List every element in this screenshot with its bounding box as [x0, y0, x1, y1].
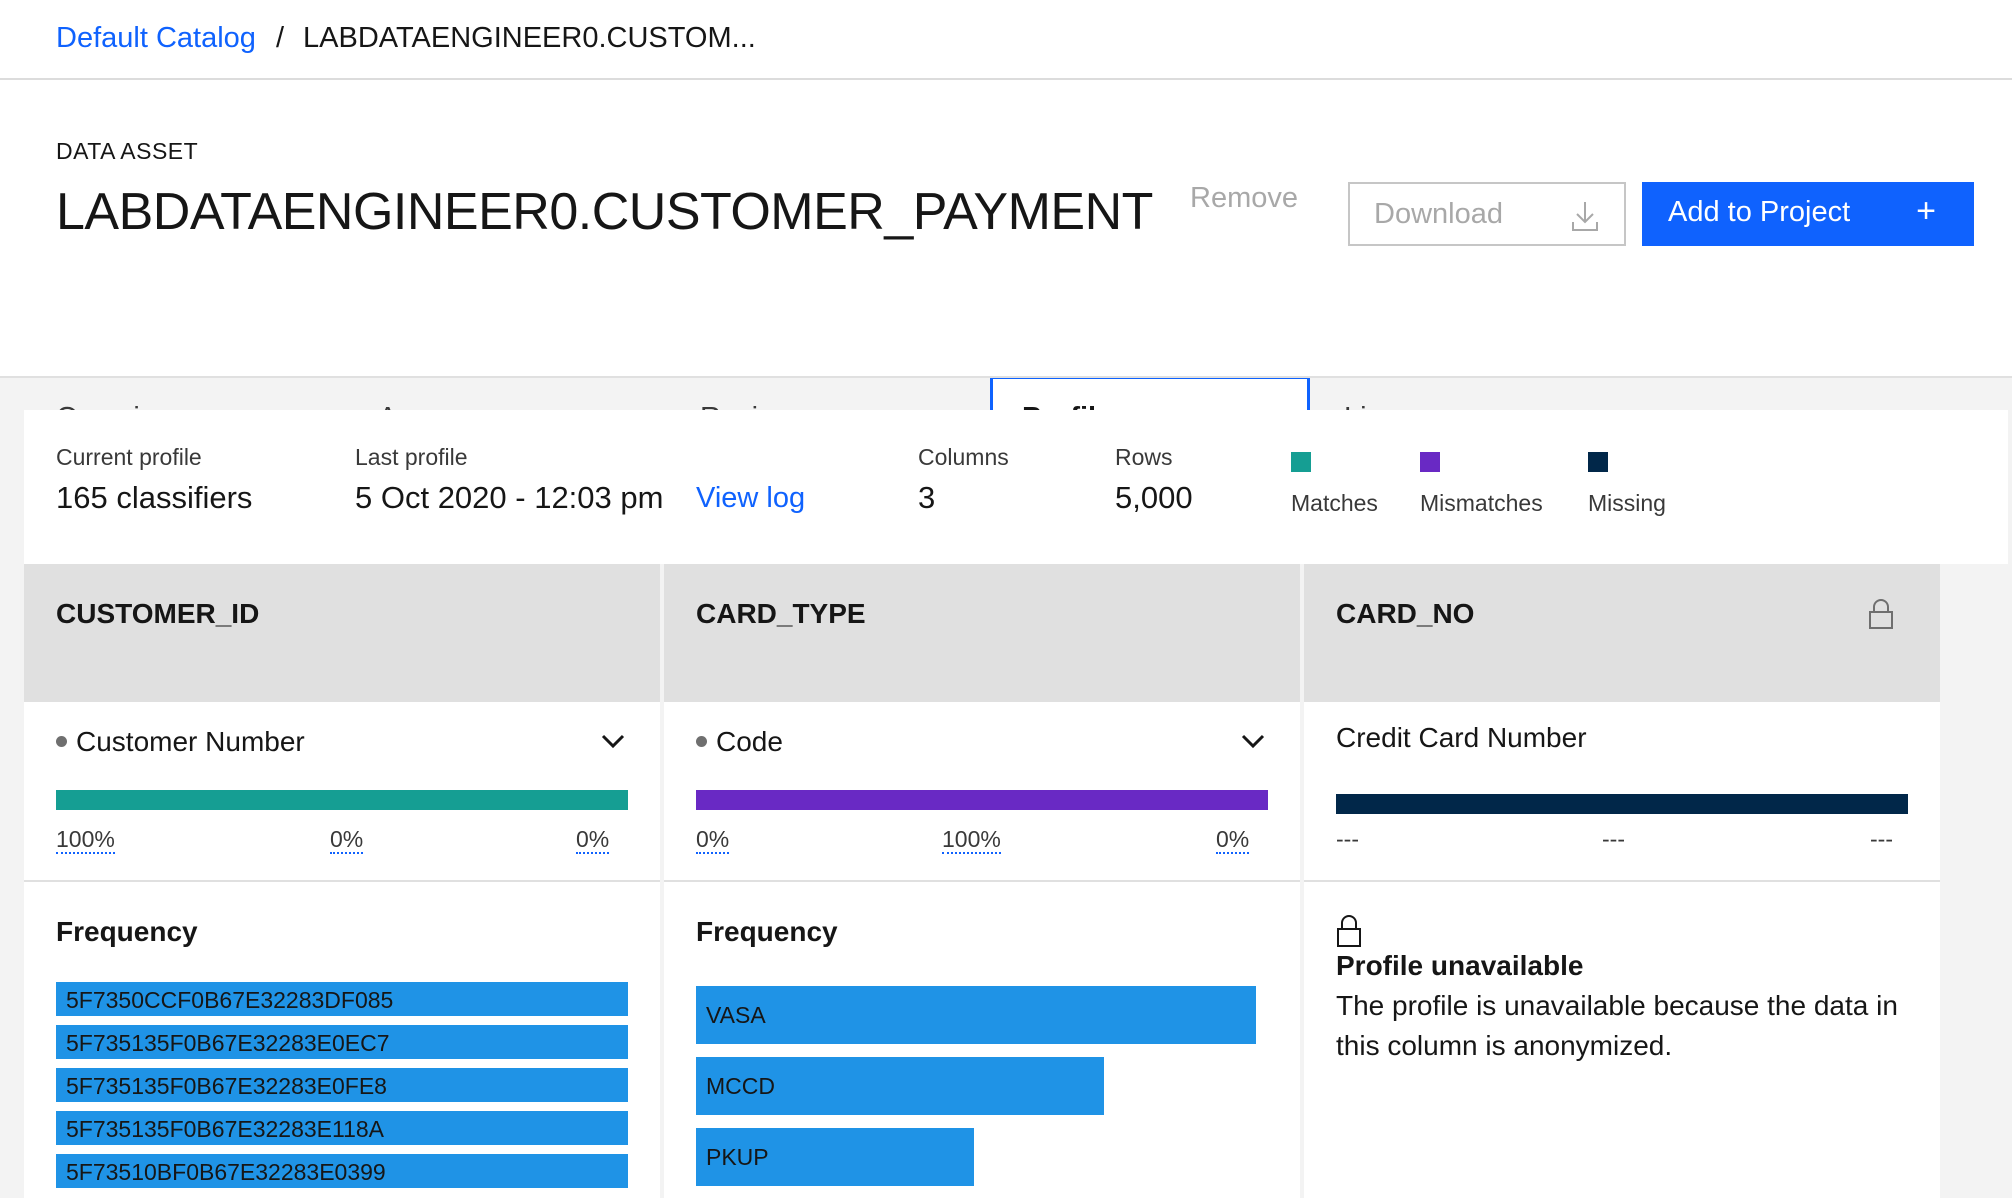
- lock-icon: [1337, 915, 1361, 947]
- frequency-panel: Frequency VASA MCCD PKUP: [664, 882, 1300, 1198]
- profile-unavailable-title: Profile unavailable: [1336, 950, 1584, 981]
- frequency-bar-label: 5F735135F0B67E32283E118A: [66, 1116, 385, 1142]
- plus-icon: +: [1916, 192, 1936, 230]
- classification-panel: Code 0% 100% 0%: [664, 702, 1300, 882]
- rows-label: Rows: [1115, 444, 1173, 470]
- frequency-bar: 5F735135F0B67E32283E0EC7: [56, 1025, 628, 1059]
- frequency-bar: MCCD: [696, 1057, 1104, 1115]
- missing-percent[interactable]: 0%: [576, 826, 610, 854]
- breadcrumb-current: LABDATAENGINEER0.CUSTOM...: [303, 22, 756, 54]
- bullet-icon: [56, 736, 67, 747]
- download-icon: [1572, 202, 1598, 231]
- frequency-bar-label: 5F735135F0B67E32283E0FE8: [66, 1073, 387, 1099]
- classification-panel: Customer Number 100% 0% 0%: [24, 702, 660, 882]
- breadcrumb: Default Catalog / LABDATAENGINEER0.CUSTO…: [0, 0, 2012, 80]
- matches-percent[interactable]: 100%: [56, 826, 115, 854]
- column-card-card-type: CARD_TYPE Code 0% 100% 0% Frequency VASA…: [664, 564, 1300, 1198]
- column-card-card-no: CARD_NO Credit Card Number --- --- --- P…: [1304, 564, 1940, 1198]
- columns-label: Columns: [918, 444, 1009, 470]
- last-profile-label: Last profile: [355, 444, 468, 470]
- column-card-customer-id: CUSTOMER_ID Customer Number 100% 0% 0% F…: [24, 564, 660, 1198]
- profile-summary: Current profile 165 classifiers Last pro…: [24, 410, 2008, 564]
- quality-bar: [696, 790, 1268, 810]
- frequency-bar-label: PKUP: [706, 1144, 769, 1170]
- lock-icon: [1869, 599, 1893, 629]
- bullet-icon: [696, 736, 707, 747]
- column-divider: [660, 564, 664, 1198]
- frequency-bar-label: MCCD: [706, 1073, 775, 1099]
- column-header: CUSTOMER_ID: [24, 564, 660, 702]
- view-log-link[interactable]: View log: [696, 482, 805, 515]
- mismatches-percent[interactable]: 0%: [330, 826, 364, 854]
- download-button-label: Download: [1374, 198, 1503, 230]
- column-header: CARD_NO: [1304, 564, 1940, 702]
- column-name: CUSTOMER_ID: [56, 598, 260, 629]
- profile-unavailable-panel: Profile unavailable The profile is unava…: [1304, 882, 1940, 1198]
- frequency-panel: Frequency 5F7350CCF0B67E32283DF085 5F7351…: [24, 882, 660, 1198]
- missing-percent[interactable]: 0%: [1216, 826, 1250, 854]
- frequency-bar-label: 5F73510BF0B67E32283E0399: [66, 1159, 386, 1185]
- frequency-bar-label: 5F7350CCF0B67E32283DF085: [66, 987, 394, 1013]
- rows-value: 5,000: [1115, 480, 1193, 515]
- quality-bar: [1336, 794, 1908, 814]
- frequency-bar: PKUP: [696, 1128, 974, 1186]
- chevron-down-icon[interactable]: [600, 732, 626, 750]
- quality-bar: [56, 790, 628, 810]
- missing-percent: ---: [1870, 826, 1893, 852]
- header-divider: [0, 376, 2012, 378]
- classification-panel: Credit Card Number --- --- ---: [1304, 702, 1940, 882]
- classifier-label: Customer Number: [76, 726, 305, 757]
- download-button[interactable]: Download: [1348, 182, 1626, 246]
- classifier-label: Credit Card Number: [1336, 722, 1587, 753]
- add-to-project-label: Add to Project: [1668, 196, 1851, 228]
- classifier-label: Code: [716, 726, 783, 757]
- chevron-down-icon[interactable]: [1240, 732, 1266, 750]
- asset-header: DATA ASSET LABDATAENGINEER0.CUSTOMER_PAY…: [0, 80, 2012, 456]
- column-header: CARD_TYPE: [664, 564, 1300, 702]
- legend-missing-label: Missing: [1588, 490, 1666, 516]
- legend-matches-label: Matches: [1291, 490, 1378, 516]
- frequency-bar: 5F735135F0B67E32283E0FE8: [56, 1068, 628, 1102]
- frequency-bar: 5F73510BF0B67E32283E0399: [56, 1154, 628, 1188]
- last-profile-value: 5 Oct 2020 - 12:03 pm: [355, 480, 664, 515]
- frequency-bar: VASA: [696, 986, 1256, 1044]
- profile-unavailable-text: The profile is unavailable because the d…: [1336, 990, 1898, 1061]
- frequency-bar-label: 5F735135F0B67E32283E0EC7: [66, 1030, 390, 1056]
- remove-button[interactable]: Remove: [1190, 182, 1298, 215]
- asset-type-label: DATA ASSET: [56, 138, 199, 164]
- column-name: CARD_TYPE: [696, 598, 866, 629]
- missing-swatch: [1588, 452, 1608, 472]
- frequency-bar: 5F7350CCF0B67E32283DF085: [56, 982, 628, 1016]
- mismatches-percent: ---: [1602, 826, 1625, 852]
- matches-percent: ---: [1336, 826, 1359, 852]
- page-title: LABDATAENGINEER0.CUSTOMER_PAYMENT: [56, 183, 1153, 241]
- legend-mismatches-label: Mismatches: [1420, 490, 1543, 516]
- mismatches-swatch: [1420, 452, 1440, 472]
- matches-percent[interactable]: 0%: [696, 826, 730, 854]
- frequency-title: Frequency: [56, 916, 198, 947]
- frequency-bar-label: VASA: [706, 1002, 766, 1028]
- matches-swatch: [1291, 452, 1311, 472]
- frequency-title: Frequency: [696, 916, 838, 947]
- column-name: CARD_NO: [1336, 598, 1475, 629]
- frequency-bar: 5F735135F0B67E32283E118A: [56, 1111, 628, 1145]
- breadcrumb-separator: /: [276, 22, 285, 54]
- mismatches-percent[interactable]: 100%: [942, 826, 1001, 854]
- current-profile-value: 165 classifiers: [56, 480, 253, 515]
- breadcrumb-default-catalog[interactable]: Default Catalog: [56, 22, 256, 55]
- add-to-project-button[interactable]: Add to Project +: [1642, 182, 1974, 246]
- columns-value: 3: [918, 480, 936, 515]
- current-profile-label: Current profile: [56, 444, 202, 470]
- column-divider: [1300, 564, 1304, 1198]
